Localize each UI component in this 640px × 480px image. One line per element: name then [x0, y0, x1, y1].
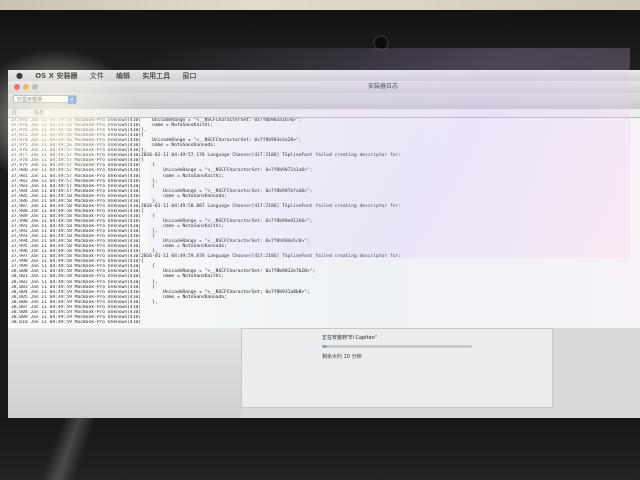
window-titlebar: 安装器日志 — [8, 81, 640, 93]
log-row-timestamp: 37,982 Jan 11 04:49:57 MacBook-Pro Unkno… — [11, 178, 140, 184]
log-messages: UnicodeRange = "<__NSCFCharacterSet: 0x7… — [141, 118, 640, 328]
installer-panel: 正在安装到"El Capitan" 剩余大约 10 分钟 — [241, 328, 553, 408]
close-icon[interactable] — [14, 84, 20, 90]
log-row-timestamp: 37,981 Jan 11 04:49:57 MacBook-Pro Unkno… — [11, 173, 140, 179]
column-header-line[interactable]: 行 — [12, 109, 17, 117]
column-header-message[interactable]: 信息 — [34, 109, 44, 117]
minimize-icon[interactable] — [23, 84, 29, 90]
log-filter-value: 只显示错误 — [17, 97, 43, 103]
log-filter-dropdown[interactable]: 只显示错误 ▾ — [13, 95, 77, 104]
log-view[interactable]: 37,976 Jan 11 04:49:56 MacBook-Pro Unkno… — [8, 118, 640, 328]
log-row-timestamp: 38,010 Jan 11 04:49:59 MacBook-Pro Unkno… — [11, 319, 140, 325]
log-row-timestamp: 38,005 Jan 11 04:49:59 MacBook-Pro Unkno… — [11, 294, 140, 300]
installer-status-title: 正在安装到"El Capitan" — [322, 335, 378, 341]
window-title: 安装器日志 — [368, 83, 399, 90]
apple-menu-icon[interactable]: ● — [8, 70, 28, 81]
chevron-down-icon: ▾ — [68, 96, 76, 104]
log-row-message — [141, 315, 640, 320]
install-progress-fill — [322, 345, 327, 348]
keyboard-sheen — [0, 410, 140, 480]
log-row-timestamp: 38,002 Jan 11 04:49:58 MacBook-Pro Unkno… — [11, 279, 140, 285]
zoom-icon[interactable] — [32, 84, 38, 90]
log-row-timestamp: 38,001 Jan 11 04:49:58 MacBook-Pro Unkno… — [11, 274, 140, 280]
log-row-timestamp: 37,985 Jan 11 04:49:58 MacBook-Pro Unkno… — [11, 193, 140, 199]
log-row-timestamp: 38,006 Jan 11 04:49:59 MacBook-Pro Unkno… — [11, 299, 140, 305]
log-row-timestamp: 37,984 Jan 11 04:49:57 MacBook-Pro Unkno… — [11, 188, 140, 194]
log-row-timestamp: 38,003 Jan 11 04:49:59 MacBook-Pro Unkno… — [11, 284, 140, 290]
camera-icon — [375, 37, 387, 49]
install-progress-bar — [322, 345, 472, 348]
log-row-timestamp: 38,004 Jan 11 04:49:59 MacBook-Pro Unkno… — [11, 289, 140, 295]
log-row-timestamp: 37,983 Jan 11 04:49:57 MacBook-Pro Unkno… — [11, 183, 140, 189]
laptop-bezel-top — [0, 10, 640, 70]
installer-time-remaining: 剩余大约 10 分钟 — [322, 354, 362, 360]
log-view-lower — [8, 328, 241, 418]
log-timestamps: 37,976 Jan 11 04:49:56 MacBook-Pro Unkno… — [8, 118, 140, 328]
log-toolbar: 只显示错误 ▾ — [8, 93, 640, 109]
log-row-timestamp: 37,980 Jan 11 04:49:57 MacBook-Pro Unkno… — [11, 168, 140, 174]
log-column-header: 行 信息 — [8, 109, 640, 118]
menu-bar: ● OS X 安装器 文件 编辑 实用工具 窗口 — [8, 70, 640, 81]
screen: ● OS X 安装器 文件 编辑 实用工具 窗口 安装器日志 只显示错误 ▾ 行… — [8, 70, 640, 418]
